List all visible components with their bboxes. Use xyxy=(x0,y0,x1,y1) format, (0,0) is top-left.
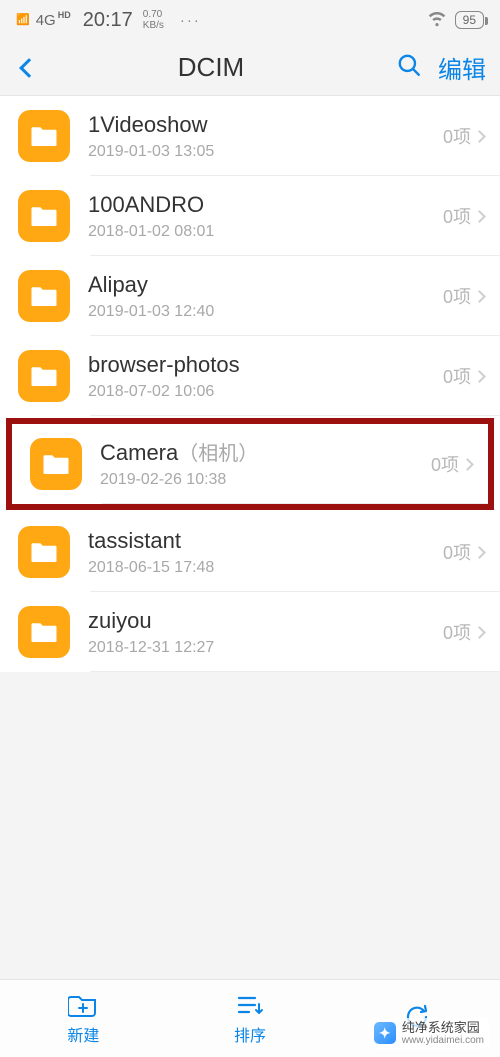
watermark-logo-icon: ✦ xyxy=(374,1022,396,1044)
network-type: 4G xyxy=(36,12,56,29)
sort-button[interactable]: 排序 xyxy=(167,980,334,1057)
status-right: 95 xyxy=(427,8,484,33)
watermark-url: www.yidaimei.com xyxy=(402,1035,484,1046)
folder-icon xyxy=(18,190,70,242)
folder-count: 0项 xyxy=(443,539,471,565)
search-button[interactable] xyxy=(396,52,422,83)
top-nav: DCIM 编辑 xyxy=(0,40,500,96)
new-button[interactable]: 新建 xyxy=(0,980,167,1057)
hd-badge: HD xyxy=(58,10,71,20)
new-folder-icon xyxy=(68,992,98,1018)
edit-button[interactable]: 编辑 xyxy=(438,50,486,85)
chevron-right-icon xyxy=(473,626,486,639)
folder-name: 1Videoshow xyxy=(88,111,443,140)
folder-icon xyxy=(18,606,70,658)
folder-name: Alipay xyxy=(88,271,443,300)
folder-date: 2019-01-03 13:05 xyxy=(88,143,443,161)
sort-icon xyxy=(235,992,265,1018)
folder-name: 100ANDRO xyxy=(88,191,443,220)
chevron-right-icon xyxy=(473,290,486,303)
folder-date: 2019-01-03 12:40 xyxy=(88,303,443,321)
status-time: 20:17 xyxy=(83,9,133,32)
folder-count: 0项 xyxy=(443,619,471,645)
folder-icon xyxy=(18,110,70,162)
battery-icon: 95 xyxy=(455,11,484,29)
folder-date: 2019-02-26 10:38 xyxy=(100,471,431,489)
folder-icon xyxy=(30,438,82,490)
folder-icon xyxy=(18,350,70,402)
folder-date: 2018-01-02 08:01 xyxy=(88,223,443,241)
folder-date: 2018-12-31 12:27 xyxy=(88,639,443,657)
folder-row[interactable]: Alipay 2019-01-03 12:400项 xyxy=(0,256,500,336)
folder-name: zuiyou xyxy=(88,607,443,636)
folder-list: 1Videoshow2019-01-03 13:050项100ANDRO2018… xyxy=(0,96,500,672)
folder-count: 0项 xyxy=(443,123,471,149)
chevron-right-icon xyxy=(473,546,486,559)
folder-name: browser-photos xyxy=(88,351,443,380)
folder-row[interactable]: 100ANDRO 2018-01-02 08:010项 xyxy=(0,176,500,256)
folder-name: Camera（相机） xyxy=(100,439,431,468)
network-speed: 0.70KB/s xyxy=(143,9,164,31)
signal-icon: 📶 xyxy=(16,15,30,26)
folder-row[interactable]: Camera（相机） 2019-02-26 10:380项 xyxy=(6,418,494,510)
folder-row[interactable]: 1Videoshow 2019-01-03 13:050项 xyxy=(0,96,500,176)
folder-count: 0项 xyxy=(443,283,471,309)
chevron-right-icon xyxy=(473,130,486,143)
wifi-icon xyxy=(427,8,447,33)
page-title: DCIM xyxy=(26,52,396,83)
chevron-right-icon xyxy=(473,370,486,383)
folder-name: tassistant xyxy=(88,527,443,556)
sort-label: 排序 xyxy=(234,1022,266,1046)
folder-icon xyxy=(18,270,70,322)
watermark: ✦ 纯净系统家园 www.yidaimei.com xyxy=(368,1018,490,1049)
folder-row[interactable]: zuiyou 2018-12-31 12:270项 xyxy=(0,592,500,672)
folder-icon xyxy=(18,526,70,578)
new-label: 新建 xyxy=(67,1022,99,1046)
folder-count: 0项 xyxy=(443,203,471,229)
folder-date: 2018-06-15 17:48 xyxy=(88,559,443,577)
search-icon xyxy=(396,52,422,78)
status-left: 📶 4G HD 20:17 0.70KB/s ··· xyxy=(16,9,201,32)
folder-date: 2018-07-02 10:06 xyxy=(88,383,443,401)
watermark-title: 纯净系统家园 xyxy=(402,1021,484,1035)
chevron-right-icon xyxy=(461,458,474,471)
folder-row[interactable]: browser-photos 2018-07-02 10:060项 xyxy=(0,336,500,416)
chevron-right-icon xyxy=(473,210,486,223)
more-icon: ··· xyxy=(180,12,201,29)
folder-count: 0项 xyxy=(443,363,471,389)
status-bar: 📶 4G HD 20:17 0.70KB/s ··· 95 xyxy=(0,0,500,40)
folder-count: 0项 xyxy=(431,451,459,477)
folder-row[interactable]: tassistant 2018-06-15 17:480项 xyxy=(0,512,500,592)
